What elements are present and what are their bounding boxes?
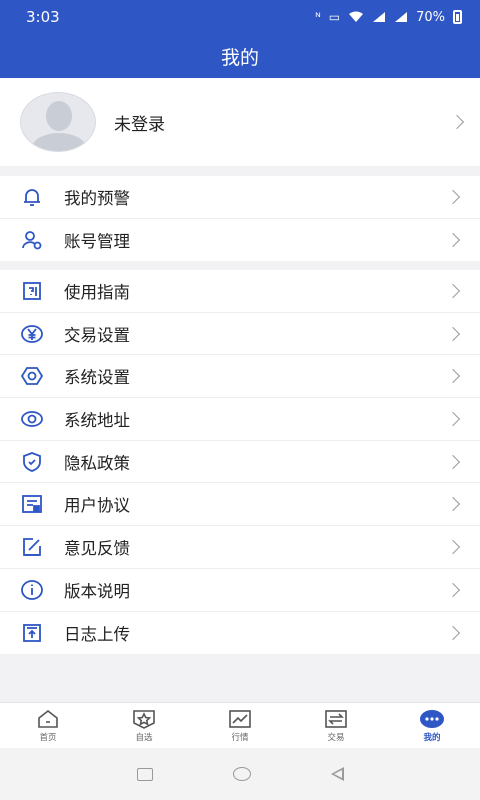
chevron-right-icon	[445, 625, 461, 640]
chart-icon	[229, 709, 251, 728]
menu-item-system-settings[interactable]: 系统设置	[0, 355, 480, 399]
menu-group-settings: 使用指南 交易设置 系统设置 系统地址 隐私政策 用户协议 意见反馈 版本说明 …	[0, 270, 480, 655]
avatar	[20, 92, 96, 152]
chevron-right-icon	[445, 539, 461, 555]
tab-label: 首页	[39, 732, 57, 743]
nfc-icon: ᴺ	[315, 10, 321, 24]
profile-name: 未登录	[114, 114, 165, 135]
menu-item-label: 我的预警	[64, 188, 130, 208]
user-settings-icon	[20, 228, 44, 252]
guide-icon	[20, 279, 44, 303]
agreement-icon	[20, 492, 44, 516]
eye-icon	[20, 407, 44, 431]
battery-percent: 70%	[416, 9, 445, 25]
chevron-right-icon	[445, 454, 461, 469]
chevron-right-icon	[445, 326, 461, 341]
gear-icon	[20, 364, 44, 388]
trade-icon	[325, 709, 347, 728]
menu-item-label: 用户协议	[64, 496, 130, 516]
menu-item-label: 隐私政策	[64, 453, 130, 473]
tab-trade[interactable]: 交易	[288, 703, 384, 748]
signal-icon-2	[395, 12, 408, 22]
shield-icon	[20, 450, 44, 474]
recent-apps-icon[interactable]	[136, 767, 153, 781]
menu-item-label: 版本说明	[64, 581, 130, 601]
profile-row[interactable]: 未登录	[0, 78, 480, 166]
info-icon	[20, 578, 44, 602]
bell-icon	[20, 185, 44, 209]
chevron-right-icon	[445, 497, 461, 512]
tab-label: 我的	[423, 732, 441, 743]
yuan-icon	[20, 322, 44, 346]
menu-group-account: 我的预警 账号管理	[0, 176, 480, 262]
hd-icon: ▭	[328, 10, 341, 24]
chevron-right-icon	[445, 189, 461, 204]
mine-icon	[420, 709, 444, 728]
chevron-right-icon	[449, 114, 465, 130]
menu-item-version-notes[interactable]: 版本说明	[0, 569, 480, 612]
edit-icon	[20, 535, 44, 559]
chevron-right-icon	[445, 582, 461, 597]
menu-item-label: 账号管理	[64, 232, 130, 252]
battery-icon	[453, 10, 462, 24]
menu-item-label: 系统地址	[64, 410, 130, 430]
system-nav-bar	[0, 748, 480, 800]
tab-market[interactable]: 行情	[192, 703, 288, 748]
page-title: 我的	[220, 46, 259, 69]
menu-item-alerts[interactable]: 我的预警	[0, 176, 480, 219]
status-time: 3:03	[26, 8, 60, 26]
upload-icon	[20, 621, 44, 645]
menu-item-account[interactable]: 账号管理	[0, 219, 480, 262]
chevron-right-icon	[445, 411, 461, 426]
menu-item-label: 使用指南	[64, 282, 130, 302]
menu-item-label: 意见反馈	[64, 538, 130, 558]
tab-label: 交易	[327, 732, 345, 743]
signal-icon	[373, 12, 386, 22]
menu-item-feedback[interactable]: 意见反馈	[0, 526, 480, 569]
menu-item-log-upload[interactable]: 日志上传	[0, 612, 480, 655]
chevron-right-icon	[445, 369, 461, 384]
menu-item-user-agreement[interactable]: 用户协议	[0, 483, 480, 527]
star-icon	[133, 709, 155, 729]
menu-item-guide[interactable]: 使用指南	[0, 270, 480, 313]
chevron-right-icon	[445, 232, 461, 248]
menu-item-label: 交易设置	[64, 325, 130, 345]
tab-watchlist[interactable]: 自选	[96, 703, 192, 748]
back-icon[interactable]	[330, 767, 344, 781]
tab-label: 行情	[231, 732, 249, 743]
chevron-right-icon	[445, 283, 461, 298]
wifi-icon	[349, 11, 364, 22]
menu-item-privacy-policy[interactable]: 隐私政策	[0, 441, 480, 484]
bottom-tab-bar: 首页 自选 行情 交易 我的	[0, 702, 480, 748]
tab-mine[interactable]: 我的	[384, 703, 480, 748]
tab-home[interactable]: 首页	[0, 703, 96, 748]
menu-item-label: 系统设置	[64, 368, 130, 388]
tab-label: 自选	[135, 732, 153, 743]
home-button-icon[interactable]	[232, 767, 251, 781]
status-bar: 3:03 ᴺ ▭ 70%	[0, 0, 480, 34]
status-icons: ᴺ ▭ 70%	[315, 10, 462, 25]
menu-item-system-address[interactable]: 系统地址	[0, 398, 480, 441]
title-bar: 我的	[0, 34, 480, 78]
home-icon	[38, 709, 58, 728]
menu-item-label: 日志上传	[64, 624, 130, 644]
menu-item-trade-settings[interactable]: 交易设置	[0, 313, 480, 356]
